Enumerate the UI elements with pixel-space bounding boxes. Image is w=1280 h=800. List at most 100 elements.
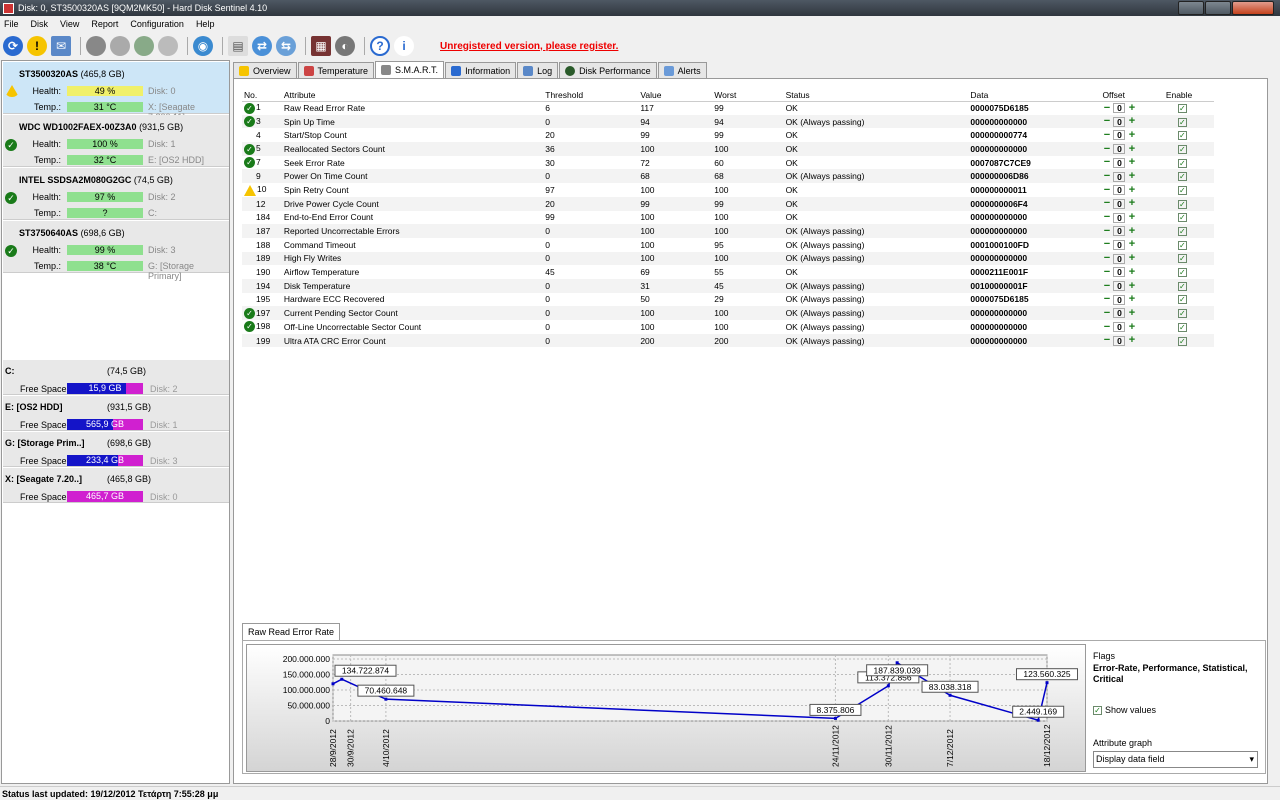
performance-icon[interactable]: ▦ xyxy=(311,36,331,56)
smart-row[interactable]: 194 Disk Temperature 0 31 45 OK (Always passi… xyxy=(242,278,1214,293)
smart-row[interactable]: ✓ 7 Seek Error Rate 30 72 60 OK 0007087C7CE9 −0 +… xyxy=(242,156,1214,170)
smart-row[interactable]: 190 Airflow Temperature 45 69 55 OK 0000211E00… xyxy=(242,265,1214,279)
smart-row[interactable]: ✓ 1 Raw Read Error Rate 6 117 99 OK 0000075D618… xyxy=(242,101,1214,115)
plus-icon[interactable]: + xyxy=(1127,116,1136,127)
smart-row[interactable]: 10 Spin Retry Count 97 100 100 OK 000000000011… xyxy=(242,183,1214,197)
plus-icon[interactable]: + xyxy=(1127,335,1136,346)
about-icon[interactable]: i xyxy=(394,36,414,56)
offset-value[interactable]: 0 xyxy=(1113,130,1126,141)
offset-value[interactable]: 0 xyxy=(1113,294,1126,305)
smart-row[interactable]: 188 Command Timeout 0 100 95 OK (Always passi… xyxy=(242,238,1214,252)
enable-checkbox[interactable]: ✓ xyxy=(1177,131,1187,141)
minus-icon[interactable]: − xyxy=(1102,266,1111,277)
unregistered-link[interactable]: Unregistered version, please register. xyxy=(440,41,618,52)
enable-checkbox[interactable]: ✓ xyxy=(1177,172,1187,182)
offset-value[interactable]: 0 xyxy=(1113,185,1126,196)
offset-value[interactable]: 0 xyxy=(1113,239,1126,250)
plus-icon[interactable]: + xyxy=(1127,184,1136,195)
show-values-checkbox[interactable]: ✓ Show values xyxy=(1093,705,1156,715)
col-status[interactable]: Status xyxy=(783,89,969,102)
offset-value[interactable]: 0 xyxy=(1113,116,1126,127)
smart-row[interactable]: ✓ 3 Spin Up Time 0 94 94 OK (Always passing) 00… xyxy=(242,114,1214,129)
minus-icon[interactable]: − xyxy=(1102,198,1111,209)
minus-icon[interactable]: − xyxy=(1102,335,1111,346)
minus-icon[interactable]: − xyxy=(1102,321,1111,332)
minus-icon[interactable]: − xyxy=(1102,294,1111,305)
disk-entry-1[interactable]: WDC WD1002FAEX-00Z3A0 (931,5 GB) ✓ Healt… xyxy=(3,115,229,167)
offset-value[interactable]: 0 xyxy=(1113,253,1126,264)
refresh-icon[interactable]: ⟳ xyxy=(3,36,23,56)
disk-entry-2[interactable]: INTEL SSDSA2M080G2GC (74,5 GB) ✓ Health:… xyxy=(3,168,229,220)
minus-icon[interactable]: − xyxy=(1102,143,1111,154)
minus-icon[interactable]: − xyxy=(1102,253,1111,264)
volume-entry-e[interactable]: E: [OS2 HDD] (931,5 GB) Free Space 565,9… xyxy=(3,396,229,431)
smart-row[interactable]: 187 Reported Uncorrectable Errors 0 100 100 O… xyxy=(242,224,1214,238)
enable-checkbox[interactable]: ✓ xyxy=(1177,309,1187,319)
enable-checkbox[interactable]: ✓ xyxy=(1177,254,1187,264)
col-value[interactable]: Value xyxy=(638,89,713,102)
plus-icon[interactable]: + xyxy=(1127,102,1136,113)
offset-value[interactable]: 0 xyxy=(1113,171,1126,182)
plus-icon[interactable]: + xyxy=(1127,253,1136,264)
disk-tool-4-icon[interactable] xyxy=(158,36,178,56)
offset-value[interactable]: 0 xyxy=(1113,198,1126,209)
tab-smart[interactable]: S.M.A.R.T. xyxy=(375,61,445,78)
menu-help[interactable]: Help xyxy=(196,19,215,29)
minus-icon[interactable]: − xyxy=(1102,280,1111,291)
alert-icon[interactable]: ! xyxy=(27,36,47,56)
plus-icon[interactable]: + xyxy=(1127,239,1136,250)
minus-icon[interactable]: − xyxy=(1102,102,1111,113)
enable-checkbox[interactable]: ✓ xyxy=(1177,336,1187,346)
col-threshold[interactable]: Threshold xyxy=(543,89,639,102)
disk-tool-3-icon[interactable] xyxy=(134,36,154,56)
menu-view[interactable]: View xyxy=(60,19,79,29)
minus-icon[interactable]: − xyxy=(1102,184,1111,195)
checkbox-check-icon[interactable]: ✓ xyxy=(1093,705,1102,715)
minus-icon[interactable]: − xyxy=(1102,116,1111,127)
plus-icon[interactable]: + xyxy=(1127,280,1136,291)
volume-entry-g[interactable]: G: [Storage Prim..] (698,6 GB) Free Spac… xyxy=(3,432,229,467)
col-attribute[interactable]: Attribute xyxy=(281,89,544,102)
enable-checkbox[interactable]: ✓ xyxy=(1177,158,1187,168)
col-worst[interactable]: Worst xyxy=(712,89,784,102)
enable-checkbox[interactable]: ✓ xyxy=(1177,268,1187,278)
globe-icon[interactable]: ◉ xyxy=(193,36,213,56)
tab-alerts[interactable]: Alerts xyxy=(657,62,707,78)
document-icon[interactable]: ▤ xyxy=(228,36,248,56)
minus-icon[interactable]: − xyxy=(1102,225,1111,236)
col-enable[interactable]: Enable xyxy=(1163,89,1214,102)
enable-checkbox[interactable]: ✓ xyxy=(1177,295,1187,305)
plus-icon[interactable]: + xyxy=(1127,266,1136,277)
menu-configuration[interactable]: Configuration xyxy=(130,19,184,29)
smart-row[interactable]: 12 Drive Power Cycle Count 20 99 99 OK 0000000… xyxy=(242,196,1214,211)
attribute-graph-select[interactable]: Display data field ▾ xyxy=(1093,751,1258,768)
offset-value[interactable]: 0 xyxy=(1113,281,1126,292)
menu-disk[interactable]: Disk xyxy=(31,19,49,29)
smart-row[interactable]: 195 Hardware ECC Recovered 0 50 29 OK (Always… xyxy=(242,293,1214,307)
menu-report[interactable]: Report xyxy=(91,19,118,29)
smart-row[interactable]: ✓ 197 Current Pending Sector Count 0 100 100 O… xyxy=(242,306,1214,320)
smart-row[interactable]: 184 End-to-End Error Count 99 100 100 OK 00000… xyxy=(242,211,1214,225)
plus-icon[interactable]: + xyxy=(1127,225,1136,236)
enable-checkbox[interactable]: ✓ xyxy=(1177,322,1187,332)
smart-row[interactable]: ✓ 5 Reallocated Sectors Count 36 100 100 OK 000… xyxy=(242,142,1214,156)
minus-icon[interactable]: − xyxy=(1102,171,1111,182)
sync-icon[interactable]: ⇄ xyxy=(252,36,272,56)
help-icon[interactable]: ? xyxy=(370,36,390,56)
enable-checkbox[interactable]: ✓ xyxy=(1177,227,1187,237)
smart-row[interactable]: 189 High Fly Writes 0 100 100 OK (Always pass… xyxy=(242,251,1214,266)
disk-tool-2-icon[interactable] xyxy=(110,36,130,56)
offset-value[interactable]: 0 xyxy=(1113,103,1126,114)
smart-row[interactable]: 199 Ultra ATA CRC Error Count 0 200 200 OK (A… xyxy=(242,333,1214,348)
plus-icon[interactable]: + xyxy=(1127,321,1136,332)
disk-entry-3[interactable]: ST3750640AS (698,6 GB) ✓ Health: 99 % Di… xyxy=(3,221,229,281)
close-button[interactable] xyxy=(1232,1,1274,15)
enable-checkbox[interactable]: ✓ xyxy=(1177,199,1187,209)
disk-tool-1-icon[interactable] xyxy=(86,36,106,56)
report-icon[interactable]: ✉ xyxy=(51,36,71,56)
minus-icon[interactable]: − xyxy=(1102,307,1111,318)
tab-overview[interactable]: Overview xyxy=(233,62,297,78)
tab-disk-performance[interactable]: Disk Performance xyxy=(559,62,657,78)
offset-value[interactable]: 0 xyxy=(1113,322,1126,333)
enable-checkbox[interactable]: ✓ xyxy=(1177,104,1187,114)
